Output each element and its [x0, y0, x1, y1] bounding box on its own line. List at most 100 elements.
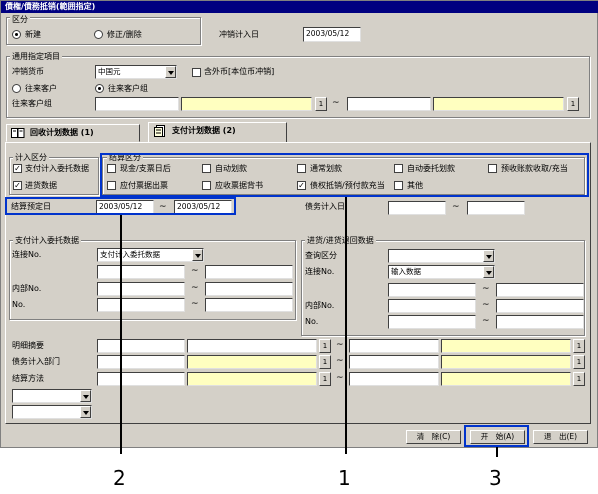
purchase-query-select[interactable]: [388, 249, 495, 263]
window-title: 債権/債務抵销(範囲指定): [1, 1, 598, 13]
purchase-no-to-input[interactable]: [496, 315, 584, 329]
customer-group-to-code[interactable]: [347, 97, 431, 111]
chevron-down-icon[interactable]: [483, 250, 494, 262]
payment-internal-to-input[interactable]: [205, 282, 293, 296]
currency-select[interactable]: 中国元: [95, 65, 177, 79]
ledger-icon: [153, 124, 167, 137]
chevron-down-icon[interactable]: [80, 406, 91, 418]
customer-radio[interactable]: [12, 84, 21, 93]
callout-2: 2: [113, 466, 126, 490]
customer-group-to-lookup-button[interactable]: 1: [567, 97, 579, 111]
method-label: 结算方法: [12, 374, 44, 383]
payment-internal-tilde: ~: [191, 283, 199, 293]
purchase-link-select[interactable]: 输入数据: [388, 265, 495, 279]
payment-no-to-input[interactable]: [205, 298, 293, 312]
extra-select-1[interactable]: [12, 389, 92, 403]
payment-link-label: 连接No.: [12, 250, 42, 259]
new-radio[interactable]: [12, 30, 21, 39]
summary-from-name[interactable]: [187, 339, 317, 353]
currency-label: 冲销货币: [12, 67, 44, 76]
purchase-no-from-input[interactable]: [388, 315, 476, 329]
method-from-name[interactable]: [187, 372, 317, 386]
dept-from-name[interactable]: [187, 355, 317, 369]
purchase-query-label: 查询区分: [305, 251, 337, 260]
dialog-window: 債権/債務抵销(範囲指定) 区分 新建 修正/删除 冲销计入日 2003/05/…: [0, 0, 598, 448]
purchase-link-value: 输入数据: [391, 267, 421, 276]
dept-from-lookup-button[interactable]: 1: [319, 355, 331, 369]
customer-group-from-code[interactable]: [95, 97, 179, 111]
method-to-code[interactable]: [349, 372, 439, 386]
method-to-lookup-button[interactable]: 1: [573, 372, 585, 386]
purchase-internal-from-input[interactable]: [388, 299, 476, 313]
booking-type-label: 计入区分: [13, 153, 49, 162]
method-from-code[interactable]: [97, 372, 185, 386]
dept-to-lookup-button[interactable]: 1: [573, 355, 585, 369]
payment-no-from-input[interactable]: [97, 298, 185, 312]
chevron-down-icon[interactable]: [165, 66, 176, 78]
debt-date-to-input[interactable]: [467, 201, 525, 215]
book-icon: [11, 127, 25, 139]
range-tilde: ~: [332, 98, 340, 108]
purchase-data-label: 进货/进货退回数据: [305, 236, 376, 245]
tab-payment-plan[interactable]: 支付计划数据 (2): [148, 122, 287, 142]
edit-delete-radio[interactable]: [94, 30, 103, 39]
customer-group-radio[interactable]: [95, 84, 104, 93]
debt-date-from-input[interactable]: [388, 201, 446, 215]
tab-collection-plan[interactable]: 回收计划数据 (1): [6, 124, 140, 142]
chevron-down-icon[interactable]: [80, 390, 91, 402]
edit-delete-radio-label: 修正/删除: [107, 30, 142, 39]
clear-button[interactable]: 清 除(C): [406, 430, 461, 444]
tab-collection-plan-label: 回收计划数据 (1): [30, 128, 94, 137]
new-radio-label: 新建: [25, 30, 41, 39]
callout-3: 3: [489, 466, 502, 490]
summary-to-code[interactable]: [349, 339, 439, 353]
payment-internal-from-input[interactable]: [97, 282, 185, 296]
customer-group-from-name[interactable]: [181, 97, 312, 111]
payment-data-label: 支付计入委托数据: [13, 236, 81, 245]
callout-1: 1: [338, 466, 351, 490]
include-foreign-checkbox[interactable]: [192, 68, 201, 77]
method-to-name[interactable]: [441, 372, 571, 386]
purchase-link-to-input[interactable]: [496, 283, 584, 297]
callout-line-2: [120, 215, 122, 454]
payment-no-tilde: ~: [191, 299, 199, 309]
summary-from-code[interactable]: [97, 339, 185, 353]
purchase-internal-label: 内部No.: [305, 301, 335, 310]
payment-booking-checkbox[interactable]: ✓: [13, 164, 22, 173]
purchase-link-tilde: ~: [482, 284, 490, 294]
payment-internal-label: 内部No.: [12, 284, 42, 293]
purchase-link-label: 连接No.: [305, 267, 335, 276]
purchase-data-label: 进货数据: [25, 181, 57, 190]
customer-group-to-name[interactable]: [433, 97, 564, 111]
method-tilde: ~: [336, 373, 344, 383]
customer-radio-label: 往来客户: [25, 84, 57, 93]
currency-value: 中国元: [98, 67, 121, 76]
dept-to-name[interactable]: [441, 355, 571, 369]
dept-from-code[interactable]: [97, 355, 185, 369]
dept-label: 债务计入部门: [12, 357, 60, 366]
summary-from-lookup-button[interactable]: 1: [319, 339, 331, 353]
chevron-down-icon[interactable]: [192, 249, 203, 261]
customer-group-from-lookup-button[interactable]: 1: [315, 97, 327, 111]
payment-link-from-input[interactable]: [97, 265, 185, 279]
debt-date-label: 债务计入日: [305, 202, 345, 211]
purchase-internal-to-input[interactable]: [496, 299, 584, 313]
purchase-link-from-input[interactable]: [388, 283, 476, 297]
extra-select-2[interactable]: [12, 405, 92, 419]
payment-link-to-input[interactable]: [205, 265, 293, 279]
exit-button[interactable]: 退 出(E): [533, 430, 588, 444]
chevron-down-icon[interactable]: [483, 266, 494, 278]
payment-booking-label: 支付计入委托数据: [25, 164, 89, 173]
purchase-internal-tilde: ~: [482, 300, 490, 310]
payment-link-select[interactable]: 支付计入委托数据: [97, 248, 204, 262]
dept-tilde: ~: [336, 356, 344, 366]
method-from-lookup-button[interactable]: 1: [319, 372, 331, 386]
summary-tilde: ~: [336, 340, 344, 350]
dept-to-code[interactable]: [349, 355, 439, 369]
purchase-data-checkbox[interactable]: ✓: [13, 181, 22, 190]
summary-to-name[interactable]: [441, 339, 571, 353]
summary-to-lookup-button[interactable]: 1: [573, 339, 585, 353]
summary-label: 明细摘要: [12, 341, 44, 350]
offset-date-input[interactable]: 2003/05/12: [303, 27, 361, 42]
purchase-no-tilde: ~: [482, 316, 490, 326]
